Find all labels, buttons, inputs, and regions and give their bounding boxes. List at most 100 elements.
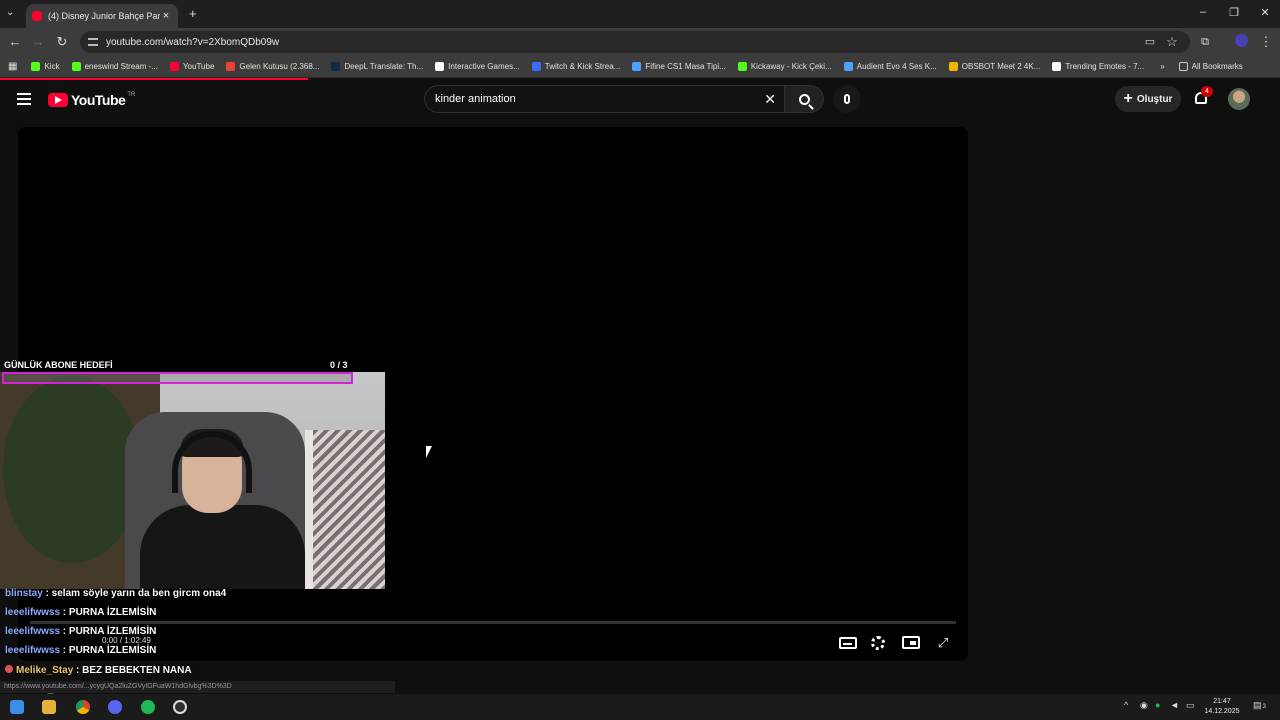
youtube-wordmark: YouTube [71,92,126,108]
video-progress-bar[interactable] [30,621,956,624]
search-input[interactable]: kinder animation ✕ [424,85,784,113]
extensions-icon[interactable]: ⧉ [1197,34,1213,50]
tray-overflow-icon[interactable]: ^ [1124,700,1128,710]
close-tab-icon[interactable]: × [160,10,172,22]
notification-center-icon[interactable]: ▤3 [1253,700,1266,711]
forward-icon[interactable]: → [30,34,46,50]
tab-list-icon[interactable]: ⌄ [6,7,14,18]
youtube-favicon-icon [32,11,42,21]
chat-text: : PURNA İZLEMİSİN [60,626,157,637]
reload-icon[interactable]: ↻ [54,34,70,50]
video-time: 0:00 / 1:02:49 [102,636,151,645]
chat-username: leeelifwwss [5,607,61,618]
bookmark-label: DeepL Translate: Th... [344,62,424,71]
bookmark-favicon-icon [31,62,41,71]
settings-gear-icon[interactable] [870,635,888,651]
bookmarks-bar: ▦ Kick eneswind Stream -... YouTube Gelen K… [0,56,1280,78]
bookmark-item[interactable]: DeepL Translate: Th... [331,62,423,71]
obs-icon[interactable] [173,700,187,714]
volume-icon[interactable]: ◄ [1170,700,1179,710]
bookmark-favicon-icon [737,62,747,71]
link-status-url: https://www.youtube.com/...ycygUQa2luZGV… [0,681,395,693]
bookmark-favicon-icon [948,62,958,71]
bookmark-label: Kickaway - Kick Çeki... [750,62,832,71]
bookmark-favicon-icon [71,62,81,71]
windows-taskbar [0,694,1280,720]
bookmark-item[interactable]: YouTube [169,62,214,71]
bookmark-item[interactable]: Twitch & Kick Strea... [531,62,620,71]
search-button[interactable] [784,85,824,113]
bed [305,430,385,589]
menu-icon[interactable] [17,93,31,105]
bookmark-item[interactable]: Gelen Kutusu (2.368... [226,62,319,71]
streamer [140,427,310,589]
back-icon[interactable]: ← [7,34,23,50]
apps-icon[interactable]: ▦ [8,61,17,72]
all-bookmarks-label: All Bookmarks [1191,62,1243,71]
all-bookmarks[interactable]: All Bookmarks [1178,62,1243,71]
system-clock[interactable]: 21:47 14.12.2025 [1199,697,1245,717]
chat-username: blinstay [5,588,43,599]
youtube-logo[interactable]: YouTube TR [48,92,135,108]
bookmark-item[interactable]: Audient Evo 4 Ses K... [843,62,937,71]
spotify-icon[interactable] [141,700,155,714]
bookmark-favicon-icon [1052,62,1062,71]
address-bar[interactable]: youtube.com/watch?v=2XbomQDb09w [80,31,1190,53]
bookmark-item[interactable]: Kickaway - Kick Çeki... [737,62,832,71]
minimize-button[interactable]: – [1188,6,1218,18]
restore-button[interactable]: ❐ [1219,6,1249,19]
more-bookmarks-icon[interactable]: » [1160,62,1164,71]
chat-username: leeelifwwss [5,645,61,656]
miniplayer-icon[interactable] [902,636,920,649]
chat-text: : selam söyle yarın da ben gircm ona4 [42,588,227,599]
site-info-icon[interactable] [88,38,98,46]
bookmark-label: Interactive Games... [448,62,520,71]
plus-icon: + [1123,90,1133,107]
bookmark-favicon-icon [632,62,642,71]
voice-search-button[interactable] [833,85,861,113]
tray-spotify-icon[interactable]: ● [1155,700,1160,710]
close-window-button[interactable]: ✕ [1250,6,1280,19]
bookmark-item[interactable]: Kick [31,62,60,71]
profile-icon[interactable] [1233,34,1249,51]
browser-tab-active[interactable]: (4) Disney Junior Bahçe Partisi × [26,4,178,28]
bookmark-item[interactable]: Fifine CS1 Masa Tipi... [632,62,726,71]
chat-text: : BEZ BEBEKTEN NANA [73,665,192,676]
folder-icon [1178,62,1188,71]
chat-username: leeelifwwss [5,626,61,637]
search-value: kinder animation [435,93,516,105]
tray-discord-icon[interactable]: ◉ [1140,700,1148,711]
new-tab-button[interactable]: + [189,6,197,21]
mouse-cursor [426,446,432,458]
notifications-button[interactable]: 4 [1192,86,1213,108]
create-button[interactable]: + Oluştur [1115,86,1181,112]
country-code: TR [127,92,136,98]
bookmark-item[interactable]: Interactive Games... [435,62,520,71]
bookmark-item[interactable]: eneswind Stream -... [71,62,158,71]
network-icon[interactable]: ▭ [1186,700,1195,711]
youtube-header: YouTube TR kinder animation ✕ + Oluştur … [0,82,1280,118]
subtitles-icon[interactable] [839,637,857,649]
browser-menu-icon[interactable]: ⋮ [1258,34,1274,50]
chrome-icon[interactable] [76,700,90,714]
clear-search-icon[interactable]: ✕ [764,91,776,108]
avatar[interactable] [1228,88,1250,110]
bookmark-item[interactable]: OBSBOT Meet 2 4K... [948,62,1041,71]
file-explorer-icon[interactable] [42,700,56,714]
bookmark-favicon-icon [331,62,341,71]
chat-username: Melike_Stay [16,665,74,676]
bookmark-label: OBSBOT Meet 2 4K... [961,62,1041,71]
chat-message: blinstay : selam söyle yarın da ben girc… [5,588,226,599]
url-text: youtube.com/watch?v=2XbomQDb09w [106,36,280,48]
webcam-feed [0,372,385,589]
bookmark-star-icon[interactable]: ☆ [1164,34,1180,50]
bookmark-favicon-icon [169,62,179,71]
fullscreen-icon[interactable]: ⤢ [934,635,952,651]
bookmark-item[interactable]: Trending Emotes - 7... [1052,62,1144,71]
start-icon[interactable] [10,700,24,714]
chat-message: Melike_Stay : BEZ BEBEKTEN NANA [5,665,192,676]
bookmark-label: Trending Emotes - 7... [1065,62,1145,71]
chat-message: leeelifwwss : PURNA İZLEMİSİN [5,645,156,656]
discord-icon[interactable] [108,700,122,714]
cast-icon[interactable]: ▭ [1142,34,1158,50]
